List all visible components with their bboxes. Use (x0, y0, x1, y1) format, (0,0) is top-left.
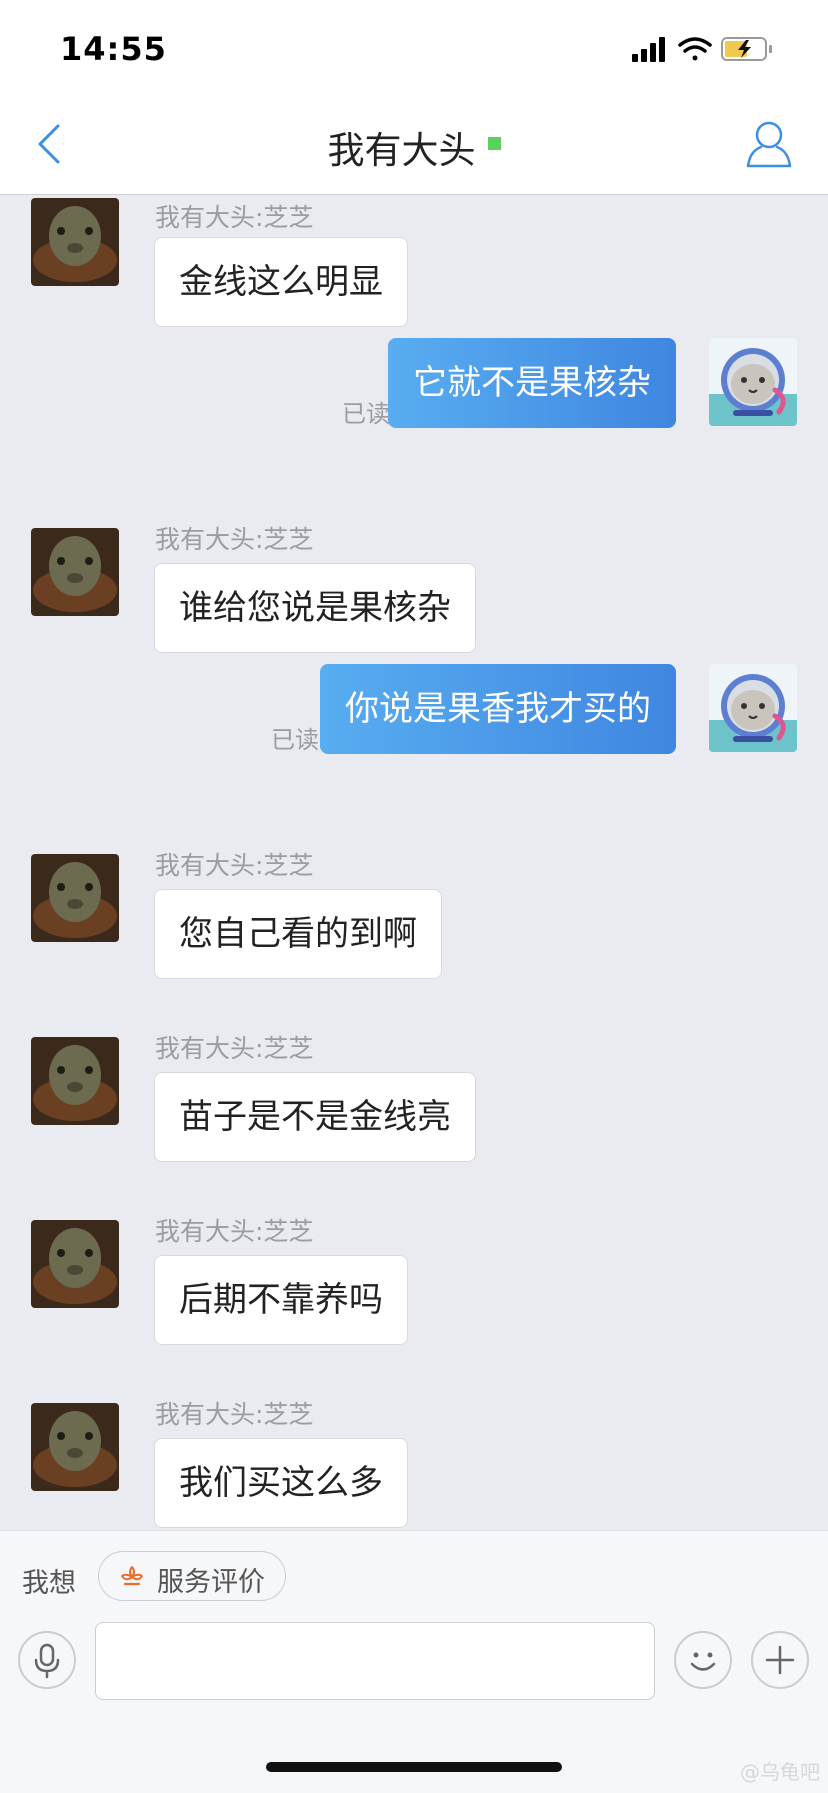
message-bubble[interactable]: 你说是果香我才买的 (320, 664, 676, 754)
message-bubble[interactable]: 谁给您说是果核杂 (154, 563, 476, 653)
flower-icon (121, 1566, 143, 1586)
nav-title-group: 我有大头 (0, 120, 828, 174)
service-rating-label: 服务评价 (157, 1567, 265, 1598)
sender-name: 我有大头:芝芝 (155, 851, 314, 880)
quick-action-label: 我想 (22, 1568, 76, 1599)
chat-scroll-area[interactable]: 我有大头:芝芝 金线这么明显 已读 它就不是果核杂 我有大头:芝芝 谁给您说是果… (0, 195, 828, 1530)
turtle-avatar-icon (31, 1403, 119, 1491)
contact-avatar[interactable] (31, 854, 119, 942)
input-panel: 我想 服务评价 (0, 1530, 828, 1793)
nav-bar: 我有大头 (0, 96, 828, 195)
sender-name: 我有大头:芝芝 (155, 1400, 314, 1429)
cat-avatar-icon (709, 664, 797, 752)
plus-icon (765, 1645, 795, 1675)
smiley-icon (690, 1652, 716, 1671)
status-icons (632, 37, 772, 62)
chat-title: 我有大头 (327, 129, 476, 172)
contact-avatar[interactable] (31, 1037, 119, 1125)
read-receipt: 已读 (342, 400, 390, 428)
turtle-avatar-icon (31, 528, 119, 616)
turtle-avatar-icon (31, 854, 119, 942)
home-indicator[interactable] (266, 1762, 562, 1772)
turtle-avatar-icon (31, 1220, 119, 1308)
message-bubble[interactable]: 苗子是不是金线亮 (154, 1072, 476, 1162)
voice-button[interactable] (18, 1631, 76, 1689)
sender-name: 我有大头:芝芝 (155, 1034, 314, 1063)
contact-avatar[interactable] (31, 528, 119, 616)
my-avatar[interactable] (709, 664, 797, 752)
profile-icon[interactable] (744, 118, 794, 170)
sender-name: 我有大头:芝芝 (155, 203, 314, 232)
message-bubble[interactable]: 您自己看的到啊 (154, 889, 442, 979)
status-bar: 14:55 (0, 0, 828, 96)
contact-avatar[interactable] (31, 198, 119, 286)
turtle-avatar-icon (31, 1037, 119, 1125)
message-bubble[interactable]: 它就不是果核杂 (388, 338, 676, 428)
contact-avatar[interactable] (31, 1220, 119, 1308)
sender-name: 我有大头:芝芝 (155, 525, 314, 554)
service-rating-button[interactable]: 服务评价 (98, 1551, 286, 1601)
online-status-dot (487, 136, 501, 150)
message-bubble[interactable]: 金线这么明显 (154, 237, 408, 327)
wifi-icon (678, 37, 712, 61)
cat-avatar-icon (709, 338, 797, 426)
microphone-icon (34, 1643, 60, 1679)
battery-icon (721, 37, 772, 61)
contact-avatar[interactable] (31, 1403, 119, 1491)
emoji-button[interactable] (674, 1631, 732, 1689)
turtle-avatar-icon (31, 198, 119, 286)
message-input[interactable] (95, 1622, 655, 1700)
my-avatar[interactable] (709, 338, 797, 426)
message-bubble[interactable]: 我们买这么多 (154, 1438, 408, 1528)
sender-name: 我有大头:芝芝 (155, 1217, 314, 1246)
status-time: 14:55 (60, 30, 167, 68)
watermark: @乌龟吧 (740, 1760, 820, 1784)
more-button[interactable] (751, 1631, 809, 1689)
message-bubble[interactable]: 后期不靠养吗 (154, 1255, 408, 1345)
read-receipt: 已读 (271, 726, 319, 754)
signal-icon (632, 37, 665, 62)
